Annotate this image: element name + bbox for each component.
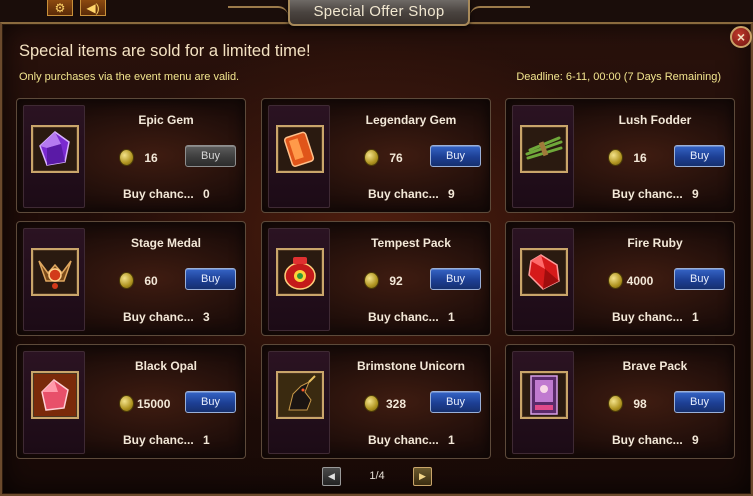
item-name: Epic Gem — [138, 113, 194, 127]
close-button[interactable]: × — [730, 26, 752, 48]
buy-button[interactable]: Buy — [674, 268, 725, 290]
item-card: Tempest Pack 92 Buy Buy chanc... 1 — [261, 221, 491, 336]
speaker-icon[interactable]: ◀) — [80, 0, 106, 16]
buy-button[interactable]: Buy — [430, 391, 481, 413]
medal-icon[interactable] — [31, 248, 79, 296]
item-price: 60 — [144, 274, 158, 288]
item-card: Black Opal 15000 Buy Buy chanc... 1 — [16, 344, 246, 459]
coin-icon — [119, 395, 134, 412]
purchase-note: Only purchases via the event menu are va… — [19, 71, 240, 83]
item-card: Epic Gem 16 Buy Buy chanc... 0 — [16, 98, 246, 213]
red-ruby-icon[interactable] — [520, 248, 568, 296]
buy-button[interactable]: Buy — [430, 145, 481, 167]
pagination: ◀ 1/4 ▶ — [0, 467, 753, 489]
buy-chance-label: Buy chanc... — [368, 310, 439, 324]
item-name: Brimstone Unicorn — [356, 359, 465, 373]
buy-chance-label: Buy chanc... — [368, 433, 439, 447]
buy-chance-value: 1 — [203, 433, 210, 447]
red-pouch-icon[interactable] — [276, 248, 324, 296]
buy-chance-label: Buy chanc... — [612, 187, 683, 201]
buy-chance-value: 1 — [448, 310, 455, 324]
grass-bundle-icon[interactable] — [520, 125, 568, 173]
buy-button[interactable]: Buy — [185, 145, 236, 167]
item-card: Legendary Gem 76 Buy Buy chanc... 9 — [261, 98, 491, 213]
orange-gem-icon[interactable] — [276, 125, 324, 173]
item-price: 92 — [389, 274, 403, 288]
item-grid: Epic Gem 16 Buy Buy chanc... 0 Legendary… — [16, 98, 738, 460]
item-card: Brave Pack 98 Buy Buy chanc... 9 — [505, 344, 735, 459]
coin-icon — [608, 149, 623, 166]
buy-button[interactable]: Buy — [185, 268, 236, 290]
buy-chance-value: 9 — [692, 187, 699, 201]
item-name: Lush Fodder — [618, 113, 692, 127]
title-ornament-right — [470, 6, 530, 22]
coin-icon — [364, 149, 379, 166]
next-page-button[interactable]: ▶ — [413, 467, 432, 486]
item-name: Black Opal — [134, 359, 198, 373]
buy-chance-value: 9 — [692, 433, 699, 447]
item-card: Fire Ruby 4000 Buy Buy chanc... 1 — [505, 221, 735, 336]
coin-icon — [608, 272, 623, 289]
buy-chance-label: Buy chanc... — [123, 433, 194, 447]
buy-button[interactable]: Buy — [674, 145, 725, 167]
item-price: 76 — [389, 151, 403, 165]
buy-chance-value: 9 — [448, 187, 455, 201]
buy-chance-label: Buy chanc... — [612, 310, 683, 324]
item-price: 16 — [144, 151, 158, 165]
coin-icon — [364, 395, 379, 412]
item-name: Legendary Gem — [365, 113, 457, 127]
pink-opal-icon[interactable] — [31, 371, 79, 419]
item-card: Stage Medal 60 Buy Buy chanc... 3 — [16, 221, 246, 336]
item-price: 4000 — [626, 274, 654, 288]
item-price: 16 — [633, 151, 647, 165]
item-price: 15000 — [137, 397, 171, 411]
item-price: 328 — [385, 397, 407, 411]
item-name: Brave Pack — [622, 359, 688, 373]
item-name: Fire Ruby — [627, 236, 683, 250]
buy-button[interactable]: Buy — [185, 391, 236, 413]
buy-chance-label: Buy chanc... — [123, 310, 194, 324]
gear-icon[interactable]: ⚙ — [47, 0, 73, 16]
coin-icon — [608, 395, 623, 412]
coin-icon — [119, 272, 134, 289]
item-name: Stage Medal — [130, 236, 202, 250]
item-card: Brimstone Unicorn 328 Buy Buy chanc... 1 — [261, 344, 491, 459]
buy-chance-label: Buy chanc... — [368, 187, 439, 201]
coin-icon — [364, 272, 379, 289]
buy-chance-label: Buy chanc... — [612, 433, 683, 447]
previous-page-button[interactable]: ◀ — [322, 467, 341, 486]
buy-button[interactable]: Buy — [430, 268, 481, 290]
card-pack-icon[interactable] — [520, 371, 568, 419]
purple-gem-icon[interactable] — [31, 125, 79, 173]
window-title: Special Offer Shop — [288, 0, 470, 26]
buy-chance-value: 3 — [203, 310, 210, 324]
item-price: 98 — [633, 397, 647, 411]
title-ornament-left — [228, 6, 288, 22]
headline: Special items are sold for a limited tim… — [19, 42, 311, 60]
buy-chance-value: 1 — [692, 310, 699, 324]
buy-chance-value: 0 — [203, 187, 210, 201]
item-name: Tempest Pack — [371, 236, 451, 250]
page-indicator: 1/4 — [369, 470, 385, 482]
item-card: Lush Fodder 16 Buy Buy chanc... 9 — [505, 98, 735, 213]
coin-icon — [119, 149, 134, 166]
buy-button[interactable]: Buy — [674, 391, 725, 413]
deadline-text: Deadline: 6-11, 00:00 (7 Days Remaining) — [516, 71, 721, 83]
buy-chance-label: Buy chanc... — [123, 187, 194, 201]
unicorn-icon[interactable] — [276, 371, 324, 419]
buy-chance-value: 1 — [448, 433, 455, 447]
